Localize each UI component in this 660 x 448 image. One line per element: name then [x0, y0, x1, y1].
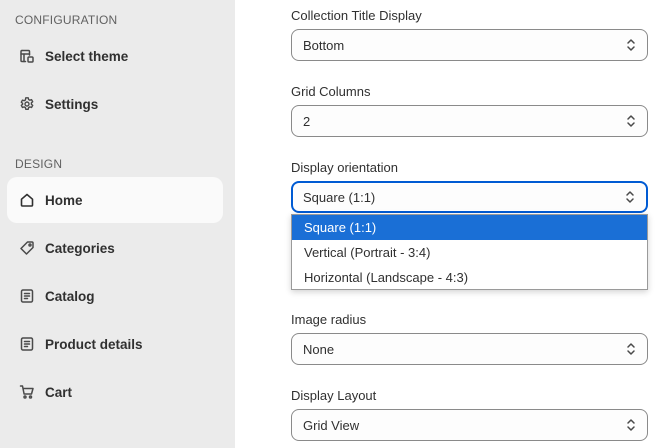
select-value: Grid View [303, 417, 360, 433]
configuration-heading: CONFIGURATION [15, 13, 118, 27]
grid-columns-select[interactable]: 2 [291, 105, 648, 137]
sidebar-item-label: Cart [45, 384, 73, 400]
chevron-up-down-icon [627, 419, 635, 431]
display-layout-label: Display Layout [291, 388, 377, 403]
sidebar-item-cart[interactable]: Cart [7, 369, 223, 415]
display-orientation-dropdown: Square (1:1) Vertical (Portrait - 3:4) H… [291, 214, 648, 290]
cart-icon [19, 384, 35, 400]
display-orientation-label: Display orientation [291, 160, 398, 175]
theme-icon [19, 48, 35, 64]
select-value: Bottom [303, 37, 345, 53]
dropdown-option-vertical[interactable]: Vertical (Portrait - 3:4) [292, 240, 647, 265]
dropdown-option-horizontal[interactable]: Horizontal (Landscape - 4:3) [292, 265, 647, 290]
collection-title-display-select[interactable]: Bottom [291, 29, 648, 61]
sidebar-item-label: Catalog [45, 288, 95, 304]
product-details-icon [19, 336, 35, 352]
catalog-icon [19, 288, 35, 304]
image-radius-select[interactable]: None [291, 333, 648, 365]
sidebar-item-select-theme[interactable]: Select theme [7, 33, 223, 79]
sidebar-item-categories[interactable]: Categories [7, 225, 223, 271]
grid-columns-label: Grid Columns [291, 84, 371, 99]
chevron-up-down-icon [627, 115, 635, 127]
home-icon [19, 192, 35, 208]
settings-form: Collection Title Display Bottom Grid Col… [235, 0, 660, 448]
sidebar-item-label: Home [45, 192, 83, 208]
sidebar-item-label: Categories [45, 240, 115, 256]
sidebar-item-catalog[interactable]: Catalog [7, 273, 223, 319]
sidebar-item-home[interactable]: Home [7, 177, 223, 223]
chevron-up-down-icon [627, 343, 635, 355]
display-orientation-select[interactable]: Square (1:1) [291, 181, 648, 213]
sidebar: CONFIGURATION Select theme Settings DESI… [0, 0, 235, 448]
sidebar-item-label: Settings [45, 96, 99, 112]
image-radius-label: Image radius [291, 312, 367, 327]
sidebar-item-label: Select theme [45, 48, 129, 64]
collection-title-display-label: Collection Title Display [291, 8, 422, 23]
display-layout-select[interactable]: Grid View [291, 409, 648, 441]
sidebar-item-settings[interactable]: Settings [7, 81, 223, 127]
dropdown-option-square[interactable]: Square (1:1) [292, 215, 647, 240]
select-value: 2 [303, 113, 311, 129]
chevron-up-down-icon [626, 191, 634, 203]
sidebar-item-label: Product details [45, 336, 143, 352]
tag-icon [19, 240, 35, 256]
select-value: None [303, 341, 335, 357]
design-heading: DESIGN [15, 157, 63, 171]
chevron-up-down-icon [627, 39, 635, 51]
select-value: Square (1:1) [303, 189, 376, 205]
sidebar-item-product-details[interactable]: Product details [7, 321, 223, 367]
gear-icon [19, 96, 35, 112]
